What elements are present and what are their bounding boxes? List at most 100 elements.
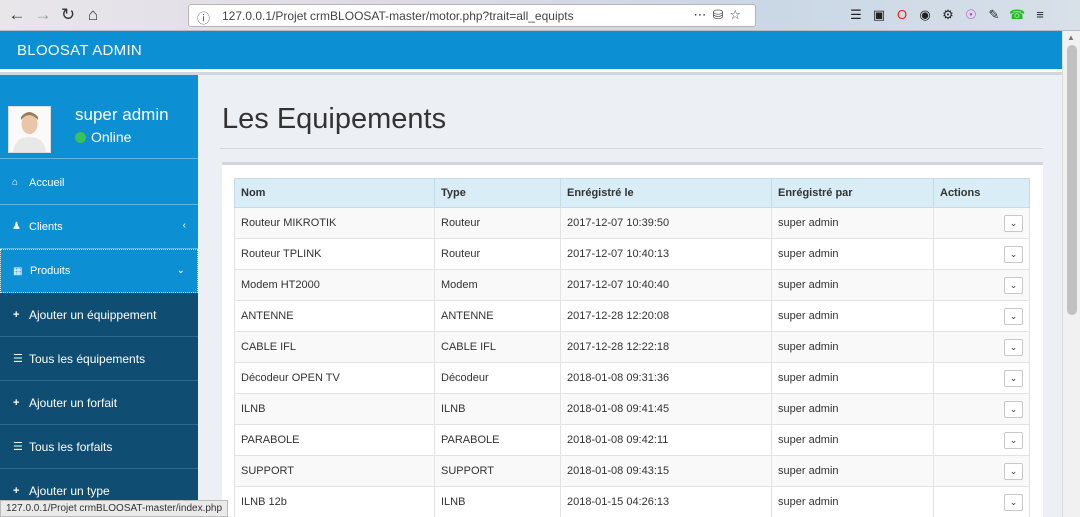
cell-nom: Routeur MIKROTIK — [234, 207, 435, 239]
reload-icon[interactable]: ↻ — [58, 5, 78, 25]
location-icon[interactable]: ◉ — [917, 6, 933, 24]
page-scrollbar[interactable]: ▲ — [1062, 31, 1080, 517]
actions-dropdown-button[interactable]: ⌄ — [1004, 369, 1023, 387]
cell-date: 2017-12-28 12:20:08 — [560, 300, 772, 332]
table-row: CABLE IFL CABLE IFL 2017-12-28 12:22:18 sup… — [234, 331, 1030, 363]
cell-auteur: super admin — [771, 207, 934, 239]
info-icon[interactable]: ⓘ — [197, 8, 210, 27]
user-status: Online — [75, 129, 131, 145]
cell-nom: Routeur TPLINK — [234, 238, 435, 270]
subitem-ajouter-forfait[interactable]: + Ajouter un forfait — [0, 381, 198, 425]
cell-date: 2018-01-15 04:26:13 — [560, 486, 772, 517]
pen-icon[interactable]: ✎ — [986, 6, 1002, 24]
cell-actions: ⌄ — [933, 455, 1030, 487]
app-header: BLOOSAT ADMIN — [0, 31, 1062, 72]
address-bar[interactable]: ⓘ 127.0.0.1/Projet crmBLOOSAT-master/mot… — [188, 4, 756, 27]
cell-nom: ILNB 12b — [234, 486, 435, 517]
cell-date: 2017-12-07 10:40:40 — [560, 269, 772, 301]
column-header-type[interactable]: Type — [434, 178, 561, 208]
cell-type: Routeur — [434, 238, 561, 270]
table-row: ILNB 12b ILNB 2018-01-15 04:26:13 super adm… — [234, 486, 1030, 517]
addon-icon[interactable]: ☉ — [963, 6, 979, 24]
table-row: Modem HT2000 Modem 2017-12-07 10:40:40 supe… — [234, 269, 1030, 301]
sidebar-item-accueil[interactable]: ⌂ Accueil — [0, 161, 198, 205]
actions-dropdown-button[interactable]: ⌄ — [1004, 245, 1023, 263]
cell-nom: CABLE IFL — [234, 331, 435, 363]
column-header-enregistre-le[interactable]: Enrégistré le — [560, 178, 772, 208]
cell-auteur: super admin — [771, 424, 934, 456]
column-header-nom[interactable]: Nom — [234, 178, 435, 208]
extension-icon[interactable]: ⚙ — [940, 6, 956, 24]
home-icon: ⌂ — [12, 177, 19, 188]
table-row: SUPPORT SUPPORT 2018-01-08 09:43:15 super a… — [234, 455, 1030, 487]
cell-actions: ⌄ — [933, 486, 1030, 517]
actions-dropdown-button[interactable]: ⌄ — [1004, 276, 1023, 294]
cell-actions: ⌄ — [933, 269, 1030, 301]
plus-icon: + — [13, 396, 20, 409]
equipments-box: Nom Type Enrégistré le Enrégistré par Ac… — [222, 162, 1043, 517]
cell-nom: PARABOLE — [234, 424, 435, 456]
online-dot-icon — [75, 131, 86, 143]
column-header-enregistre-par[interactable]: Enrégistré par — [771, 178, 934, 208]
subitem-tous-equipements[interactable]: ☰ Tous les équipements — [0, 337, 198, 381]
actions-dropdown-button[interactable]: ⌄ — [1004, 214, 1023, 232]
plus-icon: + — [13, 484, 20, 497]
subitem-label: Ajouter un équippement — [29, 307, 157, 322]
page-actions-icons[interactable]: ⋯⛁☆ — [693, 7, 747, 23]
cell-auteur: super admin — [771, 331, 934, 363]
cell-auteur: super admin — [771, 238, 934, 270]
app-title[interactable]: BLOOSAT ADMIN — [17, 42, 142, 59]
subitem-tous-forfaits[interactable]: ☰ Tous les forfaits — [0, 425, 198, 469]
cell-auteur: super admin — [771, 455, 934, 487]
actions-dropdown-button[interactable]: ⌄ — [1004, 307, 1023, 325]
actions-dropdown-button[interactable]: ⌄ — [1004, 493, 1023, 511]
url-text[interactable]: 127.0.0.1/Projet crmBLOOSAT-master/motor… — [222, 9, 574, 23]
scroll-thumb[interactable] — [1067, 45, 1077, 315]
cell-nom: ANTENNE — [234, 300, 435, 332]
sidebar-item-clients[interactable]: ♟ Clients ‹ — [0, 205, 198, 249]
subitem-label: Tous les équipements — [29, 351, 146, 366]
cell-auteur: super admin — [771, 486, 934, 517]
chevron-down-icon: ⌄ — [176, 265, 185, 276]
cell-actions: ⌄ — [933, 362, 1030, 394]
actions-dropdown-button[interactable]: ⌄ — [1004, 400, 1023, 418]
user-status-label: Online — [91, 129, 132, 145]
subitem-label: Ajouter un type — [29, 483, 110, 498]
cell-type: SUPPORT — [434, 455, 561, 487]
subitem-ajouter-equipement[interactable]: + Ajouter un équippement — [0, 293, 198, 337]
scroll-up-icon[interactable]: ▲ — [1067, 33, 1075, 42]
cell-auteur: super admin — [771, 393, 934, 425]
table-row: ANTENNE ANTENNE 2017-12-28 12:20:08 super a… — [234, 300, 1030, 332]
library-icon[interactable]: ☰ — [848, 6, 864, 24]
actions-dropdown-button[interactable]: ⌄ — [1004, 338, 1023, 356]
whatsapp-icon[interactable]: ☎ — [1009, 6, 1025, 24]
sidebar-icon[interactable]: ▣ — [871, 6, 887, 24]
cubes-icon: ▦ — [13, 265, 23, 277]
users-icon: ♟ — [12, 221, 21, 232]
table-row: PARABOLE PARABOLE 2018-01-08 09:42:11 super… — [234, 424, 1030, 456]
back-icon[interactable]: ← — [7, 5, 27, 25]
list-icon: ☰ — [13, 441, 23, 453]
cell-actions: ⌄ — [933, 424, 1030, 456]
cell-type: ILNB — [434, 486, 561, 517]
avatar — [8, 106, 51, 153]
cell-type: Décodeur — [434, 362, 561, 394]
cell-type: Modem — [434, 269, 561, 301]
equipments-table: Nom Type Enrégistré le Enrégistré par Ac… — [234, 178, 1030, 517]
main-content: Les Equipements Nom Type Enrégistré le E… — [198, 75, 1062, 517]
home-icon[interactable]: ⌂ — [83, 5, 103, 25]
actions-dropdown-button[interactable]: ⌄ — [1004, 431, 1023, 449]
cell-auteur: super admin — [771, 300, 934, 332]
forward-icon[interactable]: → — [33, 5, 53, 25]
sidebar-item-produits[interactable]: ▦ Produits ⌄ — [0, 249, 198, 293]
cell-auteur: super admin — [771, 362, 934, 394]
table-row: Routeur MIKROTIK Routeur 2017-12-07 10:39:… — [234, 207, 1030, 239]
cell-date: 2018-01-08 09:43:15 — [560, 455, 772, 487]
plus-icon: + — [13, 308, 20, 321]
opera-icon[interactable]: O — [894, 6, 910, 24]
actions-dropdown-button[interactable]: ⌄ — [1004, 462, 1023, 480]
chevron-left-icon: ‹ — [182, 220, 186, 231]
cell-actions: ⌄ — [933, 300, 1030, 332]
list-icon: ☰ — [13, 353, 23, 365]
menu-icon[interactable]: ≡ — [1032, 6, 1048, 24]
